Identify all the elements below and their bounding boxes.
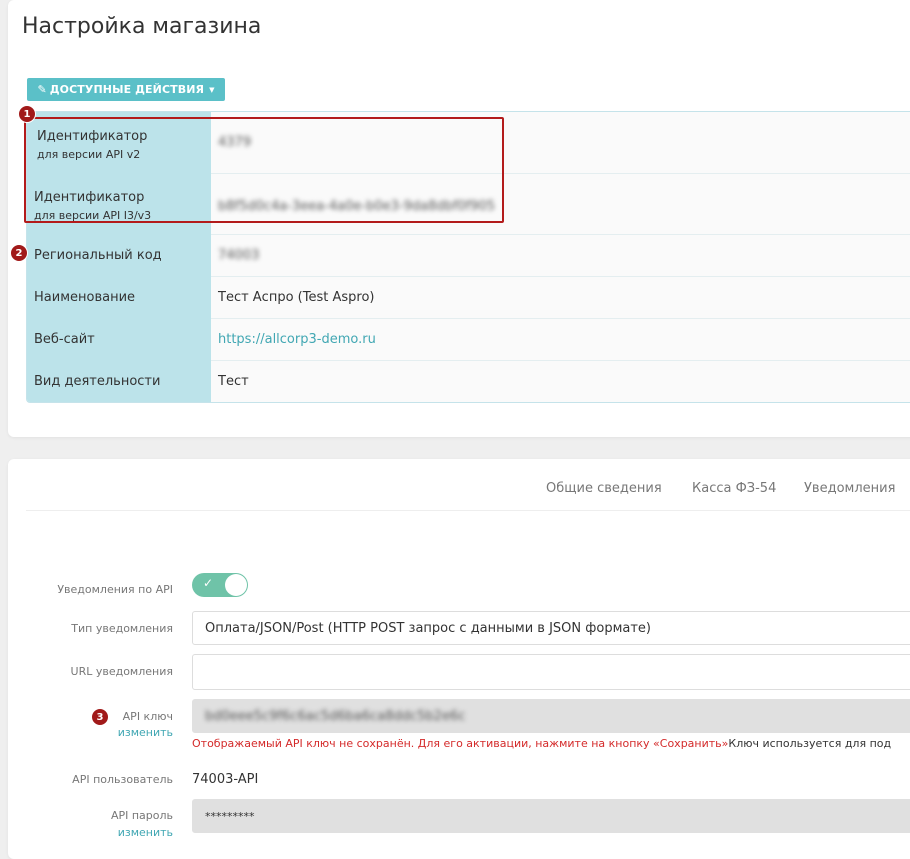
- table-row: Региональный код 74003: [27, 234, 910, 277]
- api-password-field[interactable]: *********: [192, 799, 910, 833]
- notification-url-input[interactable]: [192, 654, 910, 690]
- table-row: Вид деятельности Тест: [27, 360, 910, 402]
- api-key-label: API ключ: [122, 710, 173, 723]
- check-icon: ✓: [203, 576, 214, 590]
- api-password-label: API пароль: [110, 809, 173, 822]
- row-label: Региональный код: [27, 234, 211, 276]
- annotation-badge-1: 1: [18, 105, 36, 123]
- api-key-field[interactable]: bd0eee5c9f6c6ac5d6ba6ca8ddc5b2e6c: [192, 699, 910, 733]
- api-key-usage-text: Ключ используется для под: [728, 737, 892, 750]
- page-title: Настройка магазина: [22, 14, 262, 39]
- table-row: Наименование Тест Аспро (Test Aspro): [27, 276, 910, 319]
- toggle-knob: [225, 574, 247, 596]
- row-label-text: Наименование: [34, 289, 136, 305]
- available-actions-button[interactable]: ✎ ДОСТУПНЫЕ ДЕЙСТВИЯ ▼: [27, 78, 225, 101]
- api-password-value: *********: [205, 809, 255, 823]
- api-notifications-label: Уведомления по API: [57, 583, 173, 596]
- row-label-text: Региональный код: [34, 247, 162, 263]
- api-key-warning-text: Отображаемый API ключ не сохранён. Для е…: [192, 737, 729, 750]
- row-value: https://allcorp3-demo.ru: [218, 318, 376, 360]
- annotation-badge-2: 2: [10, 244, 28, 262]
- row-label: Вид деятельности: [27, 360, 211, 402]
- tab-notifications[interactable]: Уведомления: [804, 481, 895, 496]
- store-name-value: Тест Аспро (Test Aspro): [218, 289, 375, 305]
- row-value: Тест: [218, 360, 249, 402]
- magic-wand-icon: ✎: [37, 83, 47, 96]
- identifier-highlight-box: [24, 117, 504, 223]
- api-key-warning: Отображаемый API ключ не сохранён. Для е…: [192, 737, 891, 750]
- notification-type-select[interactable]: Оплата/JSON/Post (HTTP POST запрос с дан…: [192, 611, 910, 645]
- annotation-badge-3: 3: [91, 708, 109, 726]
- tabs-divider: [26, 510, 910, 511]
- tab-cash-register[interactable]: Касса ФЗ-54: [692, 481, 776, 496]
- api-key-value: bd0eee5c9f6c6ac5d6ba6ca8ddc5b2e6c: [205, 708, 466, 724]
- notification-type-label: Тип уведомления: [71, 622, 173, 635]
- api-password-change-link[interactable]: изменить: [118, 826, 173, 839]
- api-user-value: 74003-API: [192, 772, 259, 787]
- row-value: Тест Аспро (Test Aspro): [218, 276, 374, 318]
- row-label: Наименование: [27, 276, 211, 318]
- table-row: Веб-сайт https://allcorp3-demo.ru: [27, 318, 910, 361]
- api-key-change-link[interactable]: изменить: [118, 726, 173, 739]
- available-actions-label: ДОСТУПНЫЕ ДЕЙСТВИЯ: [49, 83, 205, 96]
- row-label: Веб-сайт: [27, 318, 211, 360]
- website-link[interactable]: https://allcorp3-demo.ru: [218, 332, 376, 347]
- api-notifications-toggle[interactable]: ✓: [192, 573, 248, 597]
- tab-general-info[interactable]: Общие сведения: [546, 481, 662, 496]
- activity-type-value: Тест: [218, 373, 249, 389]
- regional-code-value: 74003: [218, 247, 260, 263]
- caret-down-icon: ▼: [209, 85, 215, 94]
- notification-url-label: URL уведомления: [70, 665, 173, 678]
- row-value: 74003: [218, 234, 259, 276]
- row-label-text: Веб-сайт: [34, 331, 95, 347]
- api-user-label: API пользователь: [72, 773, 173, 786]
- row-label-text: Вид деятельности: [34, 373, 161, 389]
